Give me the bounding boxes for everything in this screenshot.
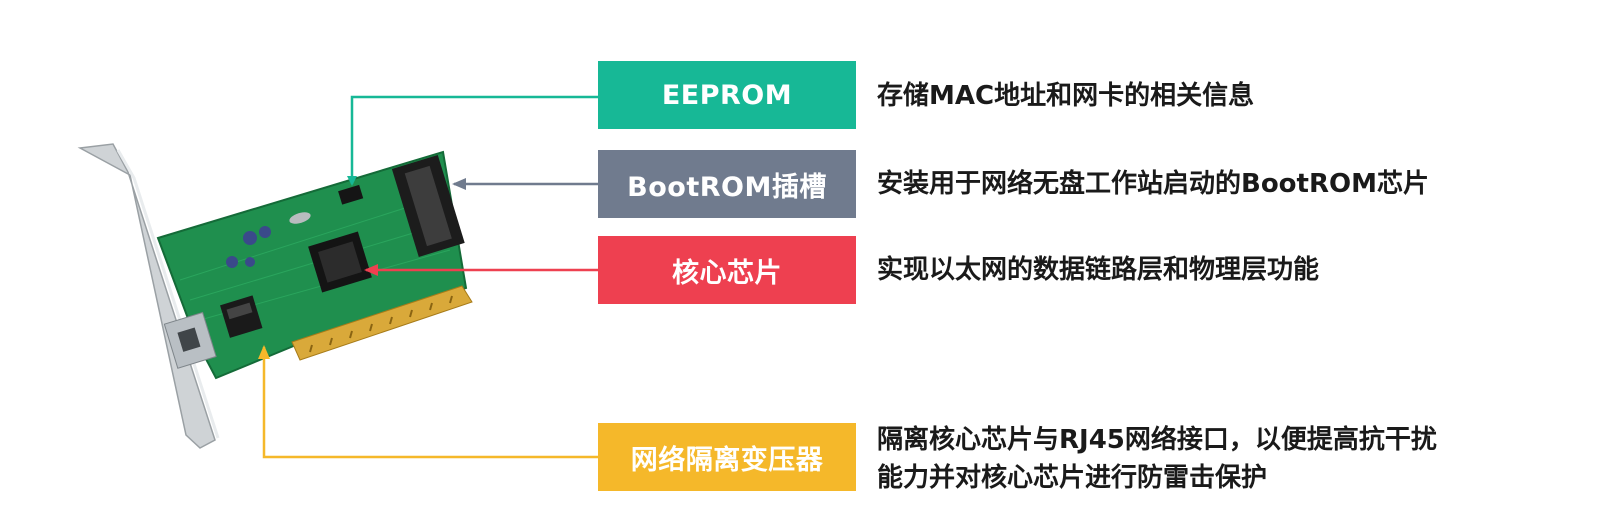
description-line: 隔离核心芯片与RJ45网络接口，以便提高抗干扰 [877, 425, 1437, 455]
bootrom-label: BootROM插槽 [627, 171, 827, 203]
transformer-description: 隔离核心芯片与RJ45网络接口，以便提高抗干扰 能力并对核心芯片进行防雷击保护 [877, 421, 1437, 497]
eeprom-description: 存储MAC地址和网卡的相关信息 [877, 77, 1254, 115]
description-line: 安装用于网络无盘工作站启动的BootROM芯片 [877, 169, 1429, 199]
bootrom-label-box: BootROM插槽 [598, 150, 856, 218]
bootrom-description: 安装用于网络无盘工作站启动的BootROM芯片 [877, 165, 1429, 203]
network-card-image [77, 143, 473, 449]
eeprom-label: EEPROM [661, 79, 793, 111]
description-line: 能力并对核心芯片进行防雷击保护 [877, 463, 1268, 493]
transformer-label: 网络隔离变压器 [630, 444, 824, 476]
description-line: 实现以太网的数据链路层和物理层功能 [877, 255, 1320, 285]
core-chip-description: 实现以太网的数据链路层和物理层功能 [877, 251, 1319, 289]
transformer-connector [258, 345, 598, 459]
eeprom-label-box: EEPROM [598, 61, 856, 129]
core-chip-label: 核心芯片 [672, 257, 782, 289]
core-chip-label-box: 核心芯片 [598, 236, 856, 304]
description-line: 存储MAC地址和网卡的相关信息 [877, 81, 1255, 111]
transformer-label-box: 网络隔离变压器 [598, 423, 856, 491]
